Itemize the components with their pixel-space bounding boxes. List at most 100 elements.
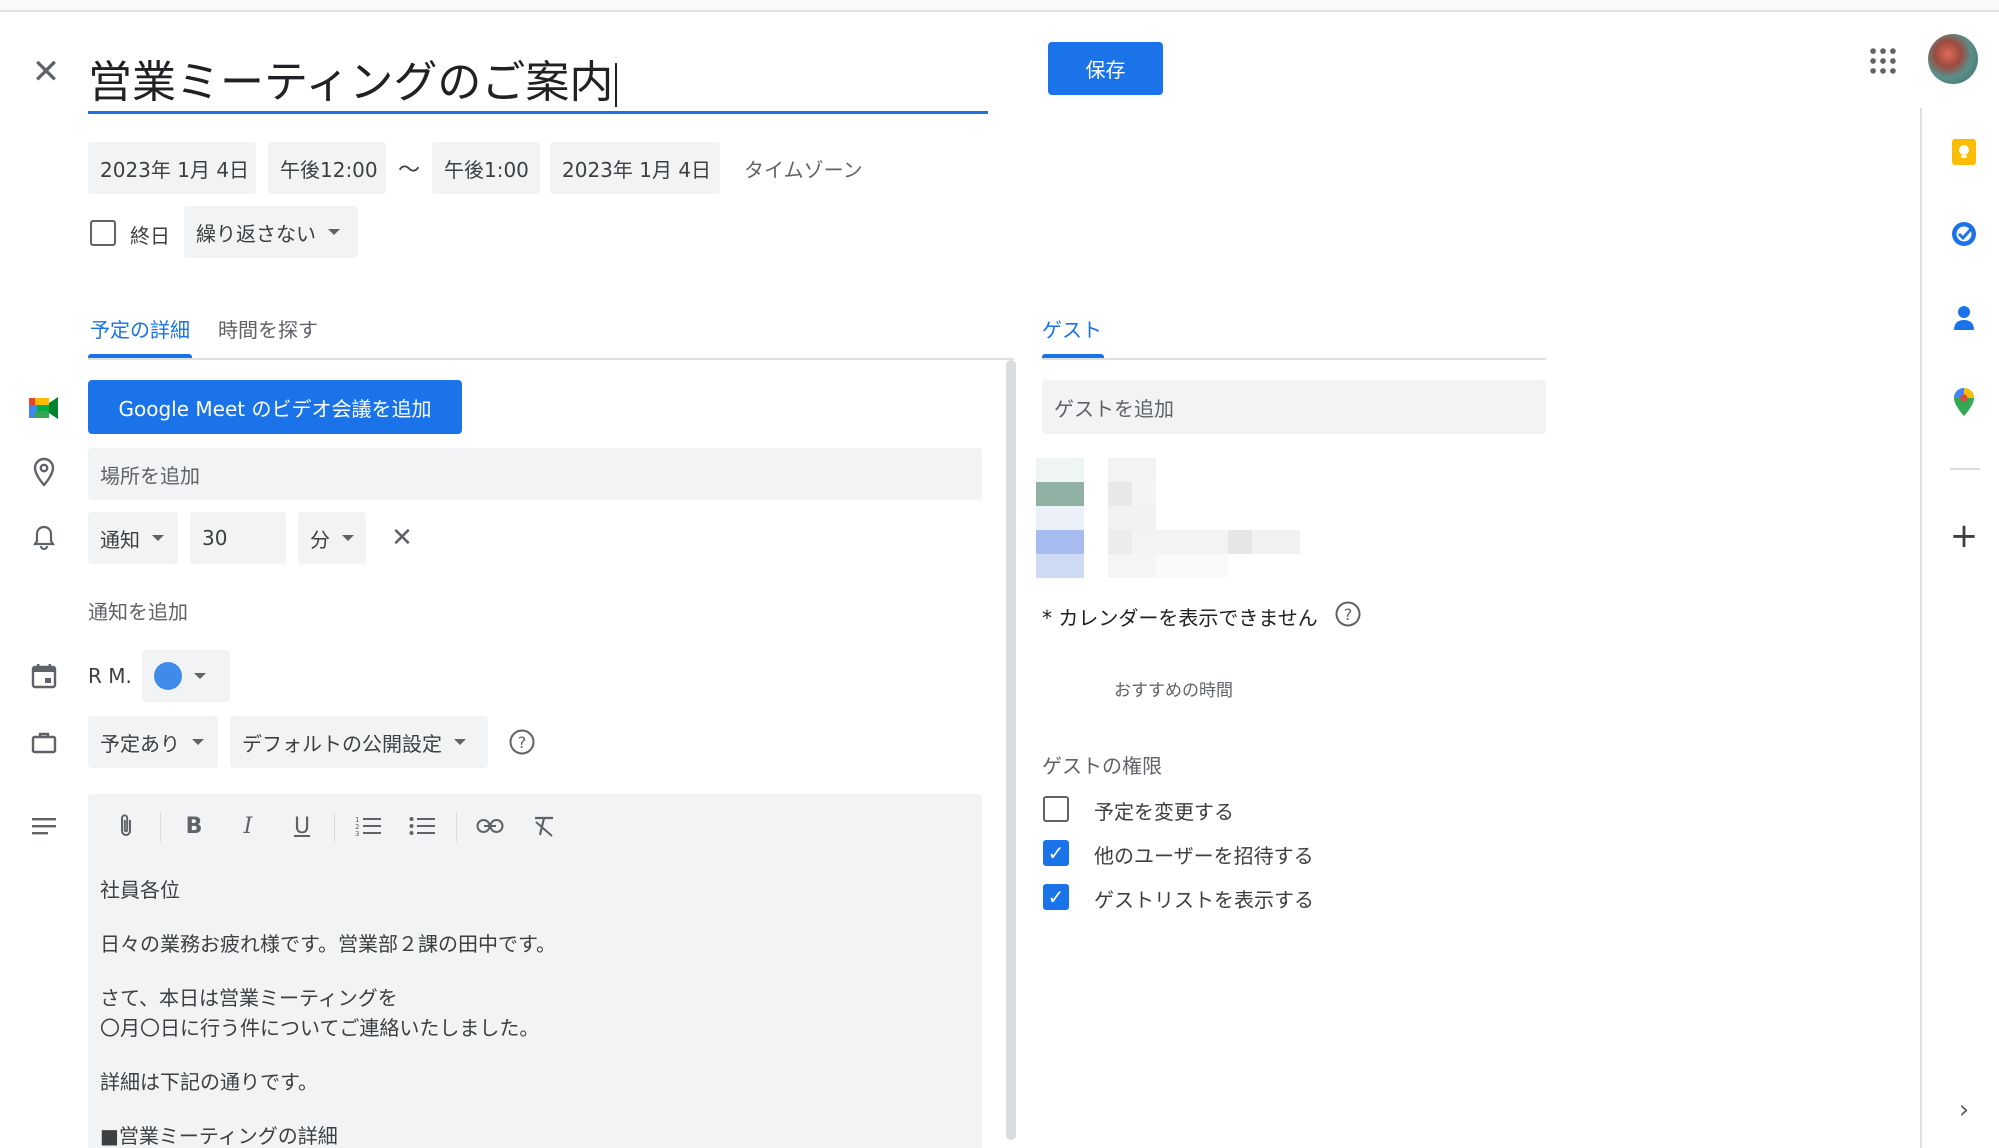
- tab-event-details[interactable]: 予定の詳細: [90, 314, 190, 343]
- location-pin-icon: [26, 454, 62, 490]
- notification-type-dropdown[interactable]: 通知: [88, 512, 178, 564]
- repeat-label: 繰り返さない: [196, 221, 316, 246]
- bell-icon: [26, 520, 62, 556]
- contacts-icon[interactable]: [1946, 300, 1982, 336]
- visibility-label: デフォルトの公開設定: [242, 731, 442, 756]
- bulleted-list-icon[interactable]: [402, 806, 442, 846]
- google-meet-icon: [26, 390, 62, 426]
- event-title-text: 営業ミーティングのご案内: [88, 57, 614, 108]
- details-scrollbar[interactable]: [1006, 360, 1016, 1140]
- text-caret: [615, 63, 618, 107]
- add-notification-link[interactable]: 通知を追加: [88, 596, 188, 625]
- description-lines-icon: [26, 808, 62, 844]
- underline-icon[interactable]: U: [282, 806, 322, 846]
- tab-guests[interactable]: ゲスト: [1042, 314, 1102, 343]
- notification-value-input[interactable]: 30: [190, 512, 286, 564]
- description-line: ■営業ミーティングの詳細: [100, 1124, 338, 1148]
- close-icon[interactable]: ✕: [26, 52, 66, 92]
- location-placeholder: 場所を追加: [100, 463, 200, 488]
- side-panel-rail: [1920, 108, 1999, 1148]
- italic-icon[interactable]: I: [228, 806, 268, 846]
- description-line: 〇月〇日に行う件についてご連絡いたしました。: [100, 1016, 540, 1040]
- guest-permissions-title: ゲストの権限: [1042, 754, 1162, 778]
- busy-status-label: 予定あり: [100, 731, 180, 756]
- suggested-times-link[interactable]: おすすめの時間: [1114, 676, 1233, 701]
- clear-formatting-icon[interactable]: [524, 806, 564, 846]
- numbered-list-icon[interactable]: 123: [348, 806, 388, 846]
- chevron-down-icon: [342, 535, 354, 541]
- location-input[interactable]: 場所を追加: [88, 448, 982, 500]
- start-date-text: 2023年 1月 4日: [100, 157, 250, 182]
- end-date-text: 2023年 1月 4日: [562, 157, 712, 182]
- add-guest-placeholder: ゲストを追加: [1054, 396, 1174, 421]
- account-avatar[interactable]: [1928, 34, 1978, 84]
- save-button[interactable]: 保存: [1048, 42, 1163, 95]
- end-time-text: 午後1:00: [444, 157, 529, 182]
- add-google-meet-button[interactable]: Google Meet のビデオ会議を追加: [88, 380, 462, 434]
- svg-text:3: 3: [355, 830, 359, 837]
- permission-modify-label: 予定を変更する: [1094, 800, 1234, 824]
- permission-invite-label: 他のユーザーを招待する: [1094, 844, 1314, 868]
- start-time-text: 午後12:00: [280, 157, 378, 182]
- apps-grid-icon[interactable]: [1866, 44, 1900, 78]
- briefcase-icon: [26, 724, 62, 760]
- svg-text:?: ?: [518, 733, 527, 752]
- guests-divider: [1042, 358, 1546, 360]
- calendar-owner-label: R M.: [88, 664, 132, 688]
- maps-icon[interactable]: [1946, 384, 1982, 420]
- chevron-down-icon: [194, 673, 206, 679]
- tab-find-time[interactable]: 時間を探す: [218, 314, 318, 343]
- end-time-chip[interactable]: 午後1:00: [432, 142, 540, 194]
- attachment-icon[interactable]: [106, 806, 146, 846]
- permission-modify-checkbox[interactable]: [1043, 796, 1069, 822]
- tasks-icon[interactable]: [1946, 216, 1982, 252]
- all-day-checkbox[interactable]: [90, 220, 116, 246]
- chevron-down-icon: [192, 739, 204, 745]
- calendar-color-swatch: [154, 662, 182, 690]
- permission-see-guests-label: ゲストリストを表示する: [1094, 888, 1314, 912]
- add-addon-icon[interactable]: +: [1946, 516, 1982, 556]
- svg-text:?: ?: [1344, 605, 1353, 624]
- start-date-chip[interactable]: 2023年 1月 4日: [88, 142, 256, 194]
- chevron-right-icon[interactable]: ›: [1946, 1092, 1982, 1128]
- description-line: 社員各位: [100, 878, 180, 902]
- toolbar-separator: [334, 812, 335, 842]
- chevron-down-icon: [454, 739, 466, 745]
- permission-see-guests-checkbox[interactable]: ✓: [1043, 884, 1069, 910]
- add-guest-input[interactable]: ゲストを追加: [1042, 380, 1546, 434]
- notification-unit-dropdown[interactable]: 分: [298, 512, 366, 564]
- chevron-down-icon: [328, 229, 340, 235]
- remove-notification-icon[interactable]: ✕: [386, 522, 418, 554]
- event-title-input[interactable]: 営業ミーティングのご案内: [88, 40, 988, 114]
- description-line: 日々の業務お疲れ様です。営業部２課の田中です。: [100, 932, 556, 956]
- calendar-icon: [26, 658, 62, 694]
- keep-icon[interactable]: [1946, 134, 1982, 170]
- notification-unit-label: 分: [310, 527, 330, 552]
- all-day-label: 終日: [130, 224, 170, 248]
- time-separator: 〜: [398, 158, 421, 183]
- tabs-divider: [88, 358, 1014, 360]
- permission-invite-checkbox[interactable]: ✓: [1043, 840, 1069, 866]
- calendar-color-dropdown[interactable]: [142, 650, 230, 702]
- window-top-strip: [0, 0, 1999, 12]
- link-icon[interactable]: [470, 806, 510, 846]
- bold-icon[interactable]: B: [174, 806, 214, 846]
- toolbar-separator: [160, 812, 161, 842]
- help-circle-icon[interactable]: ?: [508, 728, 536, 756]
- guest-list-redacted: [1036, 458, 1302, 580]
- end-date-chip[interactable]: 2023年 1月 4日: [550, 142, 720, 194]
- notification-type-label: 通知: [100, 527, 140, 552]
- help-circle-icon[interactable]: ?: [1334, 600, 1362, 628]
- start-time-chip[interactable]: 午後12:00: [268, 142, 386, 194]
- toolbar-separator: [456, 812, 457, 842]
- description-line: さて、本日は営業ミーティングを: [100, 986, 398, 1010]
- busy-status-dropdown[interactable]: 予定あり: [88, 716, 218, 768]
- timezone-link[interactable]: タイムゾーン: [744, 154, 863, 183]
- notification-value: 30: [202, 526, 228, 550]
- description-line: 詳細は下記の通りです。: [100, 1070, 318, 1094]
- repeat-dropdown[interactable]: 繰り返さない: [184, 206, 358, 258]
- visibility-dropdown[interactable]: デフォルトの公開設定: [230, 716, 488, 768]
- calendar-unavailable-notice: * カレンダーを表示できません: [1042, 606, 1318, 630]
- rail-divider: [1950, 468, 1980, 470]
- chevron-down-icon: [152, 535, 164, 541]
